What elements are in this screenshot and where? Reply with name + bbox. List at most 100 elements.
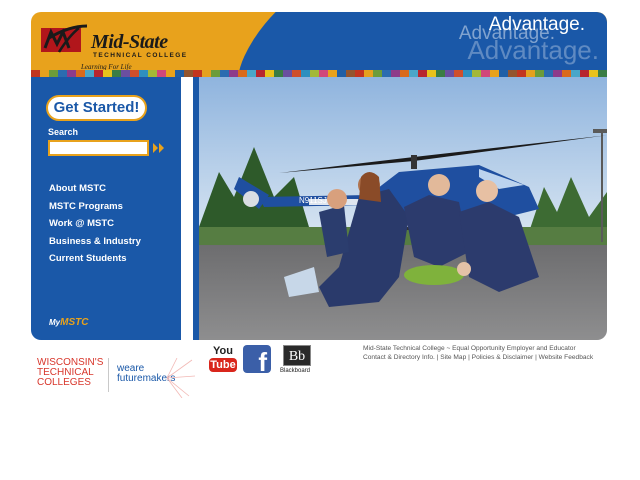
wtc-line-3: COLLEGES <box>37 377 91 388</box>
color-strip-square <box>445 70 454 77</box>
color-strip-square <box>229 70 238 77</box>
color-strip-square <box>589 70 598 77</box>
youtube-you-text: You <box>213 345 233 357</box>
color-strip-square <box>373 70 382 77</box>
color-strip-square <box>490 70 499 77</box>
footer-link-policies[interactable]: Policies & Disclaimer <box>472 354 534 361</box>
color-strip-square <box>544 70 553 77</box>
color-strip-square <box>427 70 436 77</box>
color-strip-square <box>184 70 193 77</box>
color-strip-square <box>175 70 184 77</box>
color-strip-square <box>418 70 427 77</box>
color-strip-square <box>391 70 400 77</box>
color-strip-square <box>58 70 67 77</box>
wisconsin-technical-colleges-logo[interactable]: WISCONSIN'S TECHNICAL COLLEGES weare fut… <box>37 358 197 398</box>
search-input[interactable] <box>48 140 149 156</box>
color-strip-square <box>346 70 355 77</box>
color-strip-square <box>553 70 562 77</box>
color-strip-square <box>472 70 481 77</box>
starburst-icon <box>166 358 196 398</box>
footer-link-sitemap[interactable]: Site Map <box>440 354 466 361</box>
footer-text-block: Mid-State Technical College ~ Equal Oppo… <box>363 344 593 362</box>
blackboard-label: Blackboard <box>280 368 311 374</box>
color-strip-square <box>166 70 175 77</box>
footer-links: Contact & Directory Info. | Site Map | P… <box>363 353 593 362</box>
color-strip-square <box>202 70 211 77</box>
color-strip-square <box>265 70 274 77</box>
footer-separator: | <box>436 354 439 361</box>
color-strip-square <box>454 70 463 77</box>
color-strip-square <box>355 70 364 77</box>
college-logo[interactable]: Mid-State TECHNICAL COLLEGE Learning For… <box>39 22 229 71</box>
helicopter-training-photo: N911SJ <box>199 77 607 340</box>
mymstc-my: My <box>49 318 61 327</box>
color-strip-square <box>409 70 418 77</box>
color-strip-square <box>283 70 292 77</box>
search-go-arrow-icon[interactable] <box>153 143 165 153</box>
color-strip-square <box>400 70 409 77</box>
mymstc-link[interactable]: MyMSTC <box>49 317 88 328</box>
nav-item-business[interactable]: Business & Industry <box>49 233 141 251</box>
nav-divider <box>181 77 193 340</box>
color-strip-square <box>247 70 256 77</box>
color-strip-square <box>382 70 391 77</box>
color-strip-square <box>31 70 40 77</box>
nav-item-about[interactable]: About MSTC <box>49 180 141 198</box>
color-strip-square <box>319 70 328 77</box>
color-strip-square <box>193 70 202 77</box>
color-strip-square <box>580 70 589 77</box>
color-strip-square <box>364 70 373 77</box>
color-strip-square <box>238 70 247 77</box>
color-strip-square <box>598 70 607 77</box>
color-strip-square <box>328 70 337 77</box>
color-strip-square <box>256 70 265 77</box>
facebook-f-glyph: f <box>258 347 267 377</box>
brand-subtitle: TECHNICAL COLLEGE <box>93 52 188 59</box>
color-strip-square <box>436 70 445 77</box>
brand-name: Mid-State <box>91 31 168 53</box>
youtube-tube-text: Tube <box>209 358 237 372</box>
color-strip-square <box>535 70 544 77</box>
color-strip-square <box>310 70 319 77</box>
color-strip-square <box>337 70 346 77</box>
footer-link-contact[interactable]: Contact & Directory Info. <box>363 354 435 361</box>
color-strip-square <box>49 70 58 77</box>
color-strip-square <box>76 70 85 77</box>
color-strip-square <box>94 70 103 77</box>
color-mosaic-strip <box>31 70 607 77</box>
mstc-logo-icon <box>41 24 88 53</box>
color-strip-square <box>220 70 229 77</box>
nav-item-programs[interactable]: MSTC Programs <box>49 198 141 216</box>
color-strip-square <box>130 70 139 77</box>
blackboard-mark: Bb <box>283 345 311 366</box>
youtube-icon[interactable]: You Tube <box>208 345 238 373</box>
color-strip-square <box>40 70 49 77</box>
footer-link-feedback[interactable]: Website Feedback <box>539 354 594 361</box>
nav-item-current-students[interactable]: Current Students <box>49 250 141 268</box>
color-strip-square <box>148 70 157 77</box>
footer-separator: | <box>535 354 537 361</box>
left-nav-panel: Get Started! Search About MSTC MSTC Prog… <box>31 77 181 340</box>
facebook-icon[interactable]: f <box>243 345 271 377</box>
main-nav-list: About MSTC MSTC Programs Work @ MSTC Bus… <box>49 180 141 268</box>
mymstc-mstc: MSTC <box>60 317 89 328</box>
color-strip-square <box>139 70 148 77</box>
search-label: Search <box>48 127 79 137</box>
tail-number-text: N911SJ <box>299 196 327 205</box>
blackboard-icon[interactable]: Bb Blackboard <box>280 345 314 377</box>
color-strip-square <box>211 70 220 77</box>
color-strip-square <box>499 70 508 77</box>
color-strip-square <box>562 70 571 77</box>
nav-item-work[interactable]: Work @ MSTC <box>49 215 141 233</box>
color-strip-square <box>292 70 301 77</box>
hero-photo-svg: N911SJ <box>199 77 607 340</box>
color-strip-square <box>67 70 76 77</box>
color-strip-square <box>157 70 166 77</box>
color-strip-square <box>274 70 283 77</box>
get-started-button[interactable]: Get Started! <box>46 95 147 121</box>
color-strip-square <box>121 70 130 77</box>
wtc-divider <box>108 358 109 392</box>
color-strip-square <box>508 70 517 77</box>
color-strip-square <box>301 70 310 77</box>
advantage-headline: Advantage. <box>488 14 585 35</box>
